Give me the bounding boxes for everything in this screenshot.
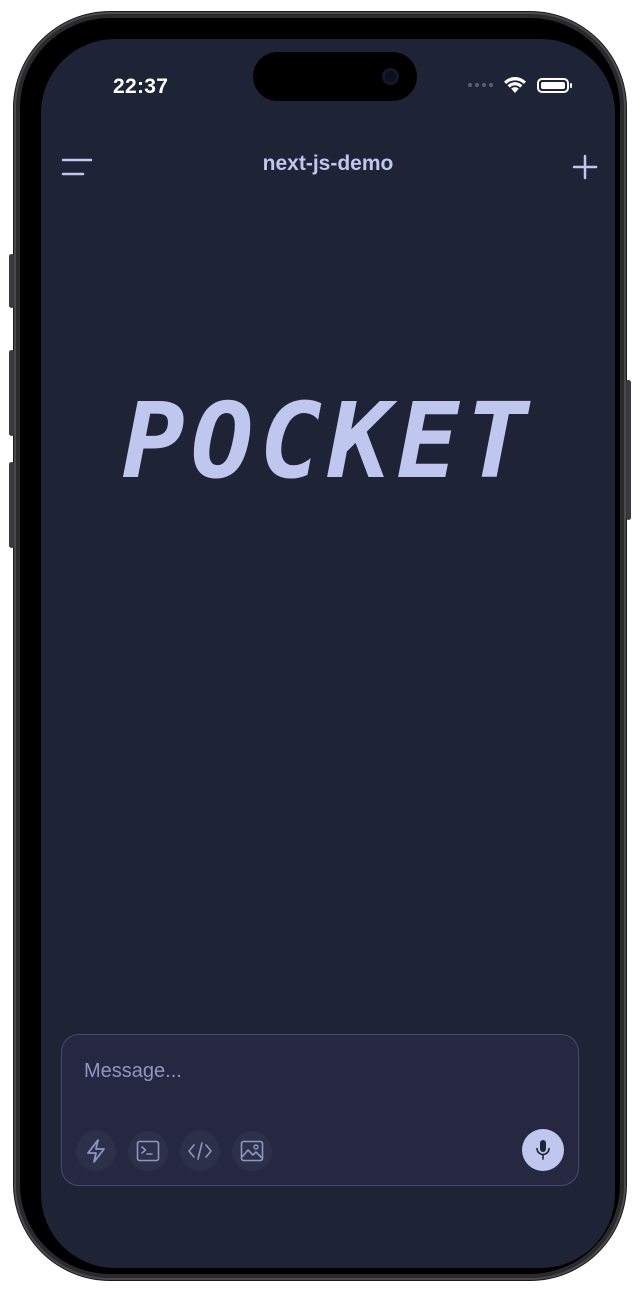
microphone-icon (536, 1140, 550, 1160)
app-header: next-js-demo (41, 139, 615, 195)
image-icon (240, 1140, 264, 1162)
volume-down-button (9, 462, 14, 548)
new-session-button[interactable] (567, 149, 603, 185)
dynamic-island (253, 52, 417, 101)
power-button (626, 380, 631, 520)
composer-tools (76, 1131, 272, 1171)
volume-up-button (9, 350, 14, 436)
lightning-icon (87, 1139, 105, 1163)
screen: 22:37 next-js-demo POCKET Message... (41, 39, 615, 1268)
terminal-icon (136, 1140, 160, 1162)
battery-icon (537, 77, 572, 93)
terminal-button[interactable] (128, 1131, 168, 1171)
cellular-signal-icon (468, 83, 493, 87)
app-logo: POCKET (122, 380, 534, 502)
message-input[interactable] (82, 1055, 546, 1087)
voice-input-button[interactable] (522, 1129, 564, 1171)
phone-frame: 22:37 next-js-demo POCKET Message... (9, 12, 631, 1280)
code-button[interactable] (180, 1131, 220, 1171)
page-title: next-js-demo (262, 152, 394, 175)
action-button (9, 254, 14, 308)
image-button[interactable] (232, 1131, 272, 1171)
status-icons (468, 76, 572, 94)
code-icon (188, 1142, 212, 1160)
status-time: 22:37 (113, 75, 169, 98)
plus-icon (572, 154, 598, 180)
wifi-icon (504, 77, 526, 93)
camera-icon (382, 68, 399, 85)
message-composer (61, 1034, 579, 1186)
quick-action-button[interactable] (76, 1131, 116, 1171)
